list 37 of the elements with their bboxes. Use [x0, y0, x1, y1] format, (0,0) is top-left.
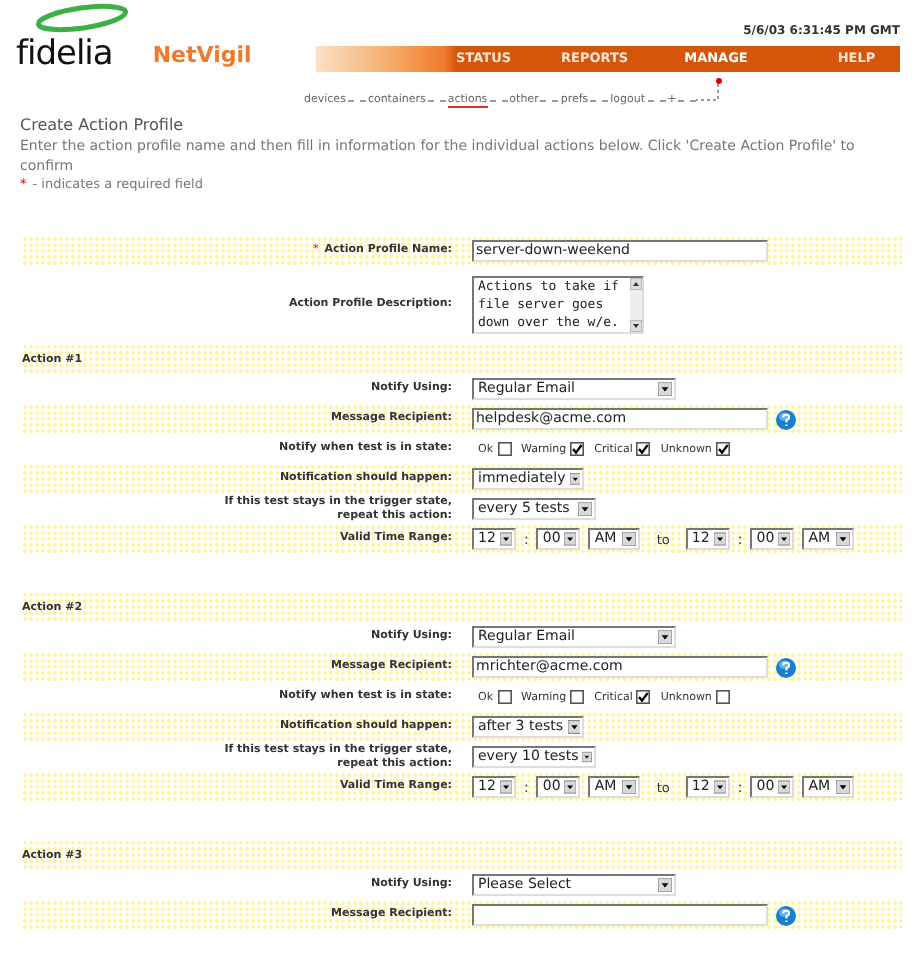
checkbox[interactable]: [570, 690, 585, 704]
caret-icon: [564, 780, 577, 794]
caret-icon: [499, 532, 512, 546]
help-icon: [776, 657, 796, 677]
caret-icon: [658, 382, 672, 396]
caret-icon: [622, 532, 637, 546]
caret-icon: [499, 780, 512, 794]
caret-icon: [658, 630, 672, 644]
recipient-field[interactable]: [472, 904, 768, 926]
caret-icon: [658, 878, 672, 892]
help-icon: [776, 409, 796, 429]
caret-icon: [713, 780, 726, 794]
checkbox[interactable]: [570, 442, 585, 456]
caret-icon: [578, 502, 592, 516]
page-title: Create Action Profile: [20, 116, 186, 134]
checkbox[interactable]: [715, 442, 730, 456]
help-icon: [776, 905, 796, 925]
caret-icon: [569, 472, 580, 486]
brand-name: NetVigil: [152, 41, 252, 67]
logo-text: fidelia: [16, 34, 113, 74]
caret-icon: [836, 780, 851, 794]
caret-icon: [713, 532, 726, 546]
caret-icon: [778, 532, 791, 546]
scroll-up-icon: [630, 278, 643, 290]
caret-icon: [582, 750, 592, 764]
caret-icon: [778, 780, 791, 794]
checkbox[interactable]: [715, 690, 730, 704]
scroll-down-icon: [630, 320, 643, 332]
caret-icon: [567, 720, 580, 734]
checkbox[interactable]: [497, 442, 512, 456]
selection-dot: [716, 78, 723, 84]
checkbox[interactable]: [497, 690, 512, 704]
caret-icon: [564, 532, 577, 546]
checkbox[interactable]: [636, 442, 651, 456]
caret-icon: [622, 780, 637, 794]
checkbox[interactable]: [636, 690, 651, 704]
caret-icon: [836, 532, 851, 546]
